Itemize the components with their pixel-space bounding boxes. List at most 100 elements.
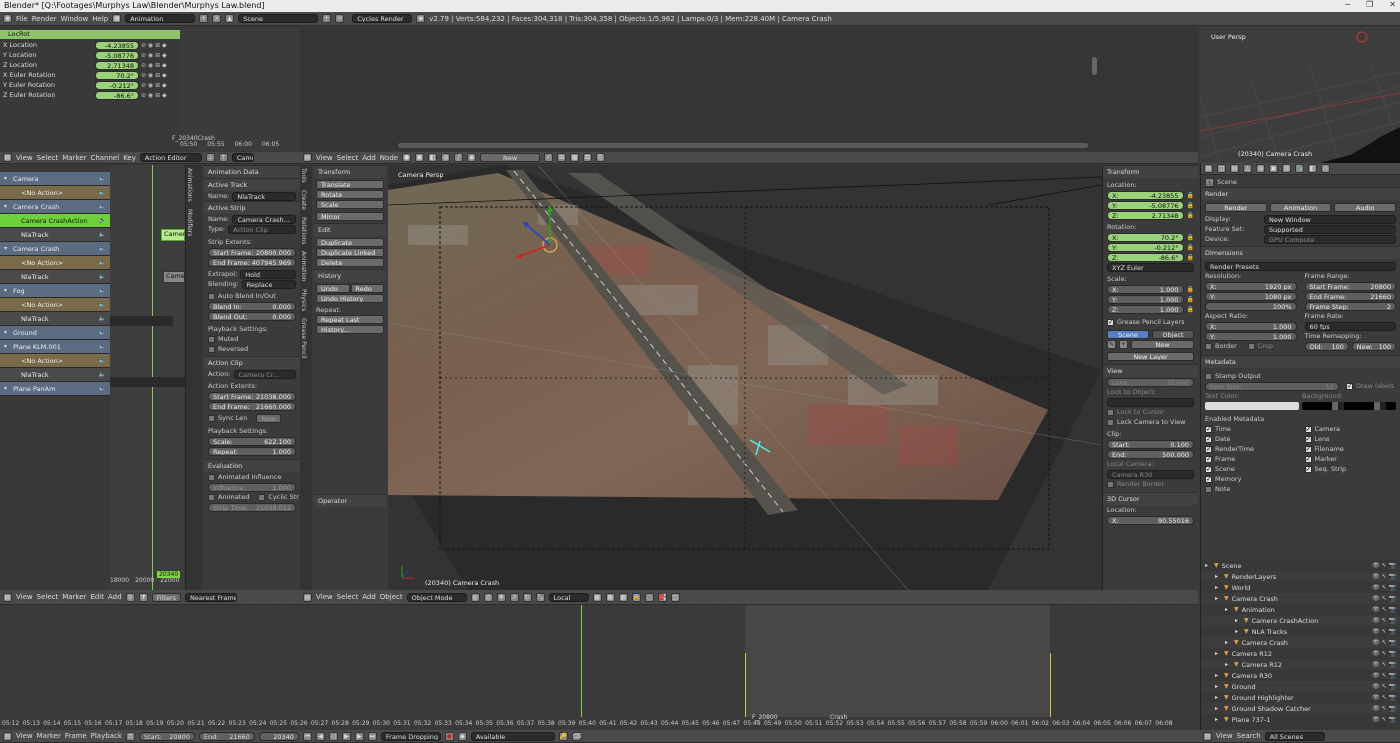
outliner-item[interactable]: ▸ ▼ Camera Crash 👁 ↖ 📷 (1201, 637, 1400, 648)
nla-row[interactable]: ▾ Camera Crash 🔈 (0, 242, 110, 256)
menu-view[interactable]: View (16, 593, 33, 601)
shading-icon[interactable]: ◍ (470, 592, 480, 602)
repeat-last-button[interactable]: Repeat Last (316, 315, 384, 324)
visibility-icon[interactable]: 👁 ↖ 📷 (1372, 573, 1400, 580)
speaker-icon[interactable]: 🔈 (99, 301, 106, 308)
res-x-field[interactable]: X: 1920 px (1205, 281, 1297, 291)
keying-set-select[interactable]: Available (470, 731, 555, 741)
clip-end-field[interactable]: End: 500.000 (1107, 449, 1194, 459)
play-icon[interactable]: ▶ (341, 731, 351, 741)
expand-icon[interactable]: ▸ (1235, 628, 1241, 635)
expand-icon[interactable]: ▸ (1215, 650, 1221, 657)
menu-window[interactable]: Window (61, 15, 89, 23)
outliner-item[interactable]: ▸ ▼ Ground 👁 ↖ 📷 (1201, 681, 1400, 692)
action-field[interactable]: Camer (231, 153, 254, 162)
graph-channel[interactable]: Z Euler Rotation -86.6° ⊘ ◉ ⊞ ◆ (0, 90, 180, 100)
menu-channel[interactable]: Channel (90, 154, 119, 162)
nla-strip-bar[interactable] (110, 377, 185, 387)
action-start-field[interactable]: Start Frame: 21038.000 (208, 391, 296, 401)
speaker-icon[interactable]: 🔈 (99, 357, 106, 364)
compositing-icon[interactable]: ◧ (428, 153, 438, 162)
metadata-checkbox[interactable] (1205, 465, 1212, 473)
add-icon[interactable]: + (1119, 339, 1128, 349)
device-select[interactable]: GPU Compute (1264, 234, 1396, 244)
speaker-icon[interactable]: 🔈 (99, 371, 106, 378)
expand-icon[interactable]: ▸ (1215, 573, 1221, 580)
expand-icon[interactable]: ▾ (4, 203, 10, 210)
timeline[interactable]: F_20800 Crash 05:12 05:13 05:14 05:15 05:16 0… (0, 605, 1200, 730)
vertical-scrollbar[interactable] (1092, 57, 1097, 75)
render-presets-select[interactable]: Render Presets (1205, 261, 1396, 271)
node-editor-type-icon[interactable]: ▤ (303, 153, 312, 162)
maximize-button[interactable]: ❐ (1366, 0, 1373, 9)
note-checkbox[interactable] (1205, 485, 1212, 493)
nla-row[interactable]: ▾ Plane KLM.001 🔈 (0, 340, 110, 354)
section-3d-cursor[interactable]: 3D Cursor (1103, 492, 1198, 505)
metadata-checkbox[interactable] (1205, 445, 1212, 453)
editor-type-icon[interactable]: ▤ (3, 731, 12, 741)
rot-field[interactable]: X: 70.2° (1107, 232, 1184, 242)
speaker-icon[interactable]: 🔈 (99, 343, 106, 350)
section-view[interactable]: View (1103, 364, 1198, 377)
include-missing-icon[interactable]: ⚲ (125, 592, 135, 602)
draw-labels-checkbox[interactable] (1346, 382, 1353, 390)
lock-object-field[interactable] (1107, 397, 1194, 407)
animated-influence-checkbox[interactable] (208, 473, 215, 481)
visibility-icon[interactable]: 👁 ↖ 📷 (1372, 672, 1400, 679)
physics-tab-icon[interactable]: ◎ (1321, 164, 1330, 173)
expand-icon[interactable]: ▸ (1225, 639, 1231, 646)
lock-icon[interactable]: 🔒 (1187, 192, 1194, 199)
loc-field[interactable]: Z: 2.71348 (1107, 210, 1184, 220)
data-tab-icon[interactable]: ◧ (1308, 164, 1317, 173)
minimize-button[interactable]: ─ (1345, 0, 1350, 9)
preview-range-icon[interactable]: ⏱ (125, 731, 135, 741)
menu-view[interactable]: View (1216, 732, 1233, 740)
graph-channel[interactable]: Y Euler Rotation -0.212° ⊘ ◉ ⊞ ◆ (0, 80, 180, 90)
translate-button[interactable]: Translate (316, 180, 384, 189)
visibility-icon[interactable]: 👁 ↖ 📷 (1372, 562, 1400, 569)
section-dimensions[interactable]: Dimensions (1201, 246, 1400, 259)
menu-view[interactable]: View (16, 732, 33, 740)
current-frame-field[interactable]: 20340 (258, 731, 299, 741)
outliner-item[interactable]: ▸ ▼ Ground Shadow Catcher 👁 ↖ 📷 (1201, 703, 1400, 714)
speaker-icon[interactable]: 🔈 (99, 287, 106, 294)
render-button[interactable]: Render (1205, 202, 1267, 212)
paste-icon[interactable]: ⎘ (596, 153, 606, 162)
object-mode-select[interactable]: Object Mode (406, 592, 467, 602)
snap-icon[interactable]: ⊞ (557, 153, 567, 162)
redo-button[interactable]: Redo (350, 284, 384, 293)
remap-old-field[interactable]: Old: 100 (1304, 341, 1349, 351)
expand-icon[interactable]: ▸ (1215, 716, 1221, 723)
tab-animations[interactable]: Animations (186, 165, 193, 206)
res-percent-field[interactable]: 100% (1205, 301, 1297, 311)
delete-button[interactable]: Delete (316, 258, 384, 267)
speaker-icon[interactable]: 🔈 (99, 259, 106, 266)
metadata-checkbox[interactable] (1304, 425, 1312, 433)
gp-new-button[interactable]: New (1131, 339, 1194, 349)
repeat-field[interactable]: Repeat: 1.000 (208, 446, 296, 456)
track-name-field[interactable]: NlaTrack (232, 191, 296, 201)
expand-icon[interactable]: ▾ (4, 245, 10, 252)
tab-relations[interactable]: Relations (300, 214, 307, 249)
menu-select[interactable]: Select (337, 154, 359, 162)
outliner-item[interactable]: ▸ ▼ Plane 737-1 👁 ↖ 📷 (1201, 714, 1400, 725)
visibility-icon[interactable]: 👁 ↖ 📷 (1372, 694, 1400, 701)
line-style-icon[interactable]: ╱ (454, 153, 464, 162)
section-evaluation[interactable]: Evaluation (204, 459, 300, 472)
menu-select[interactable]: Select (37, 593, 59, 601)
nla-row[interactable]: <No Action> 🔈 (0, 256, 110, 270)
constraints-tab-icon[interactable]: ⛓ (1282, 164, 1291, 173)
section-operator[interactable]: Operator (314, 494, 386, 507)
record-icon[interactable]: ● (444, 731, 454, 741)
background-color-swatch[interactable] (1302, 402, 1396, 410)
speaker-icon[interactable]: 🔈 (99, 315, 106, 322)
nla-row[interactable]: ▾ Camera Crash 🔈 (0, 200, 110, 214)
expand-icon[interactable]: ▸ (1225, 661, 1231, 668)
graph-channel[interactable]: X Location -4.23855 ⊘ ◉ ⊞ ◆ (0, 40, 180, 50)
world-tab-icon[interactable]: ◍ (1256, 164, 1265, 173)
strip-time-field[interactable]: Strip Time: 21038.012 (208, 502, 296, 512)
editor-type-icon[interactable]: ▤ (3, 153, 12, 162)
layout-remove-icon[interactable]: × (212, 14, 222, 23)
scale-field[interactable]: Scale: 622.100 (208, 436, 296, 446)
audio-button[interactable]: Audio (1334, 202, 1397, 212)
